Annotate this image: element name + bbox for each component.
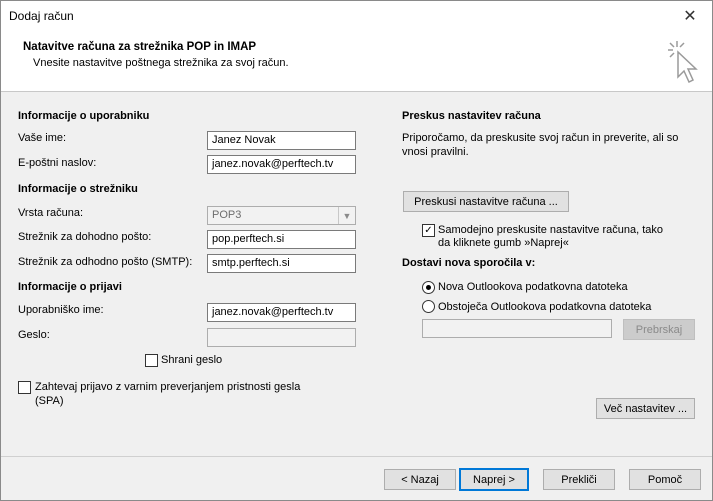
browse-button[interactable]: Prebrskaj — [623, 319, 695, 340]
cancel-button[interactable]: Prekliči — [543, 469, 615, 490]
test-settings-button[interactable]: Preskusi nastavitve računa ... — [403, 191, 569, 212]
test-desc-line2: vnosi pravilni. — [402, 146, 469, 158]
test-desc-line1: Priporočamo, da preskusite svoj račun in… — [402, 132, 679, 144]
username-input[interactable]: janez.novak@perftech.tv — [207, 303, 356, 322]
wizard-cursor-icon — [668, 41, 698, 84]
data-file-path-input[interactable] — [422, 319, 612, 338]
more-settings-button[interactable]: Več nastavitev ... — [596, 398, 695, 419]
password-input[interactable] — [207, 328, 356, 347]
user-info-heading: Informacije o uporabniku — [18, 110, 150, 122]
outgoing-server-label: Strežnik za odhodno pošto (SMTP): — [18, 256, 193, 268]
spa-label-line2: (SPA) — [35, 395, 64, 407]
account-type-label: Vrsta računa: — [18, 207, 84, 219]
test-settings-heading: Preskus nastavitev računa — [402, 110, 541, 122]
existing-data-file-label: Obstoječa Outlookova podatkovna datoteka — [438, 301, 652, 313]
auto-test-line1: Samodejno preskusite nastavitve računa, … — [438, 224, 664, 236]
help-button[interactable]: Pomoč — [629, 469, 701, 490]
close-icon[interactable]: ✕ — [668, 1, 712, 31]
wizard-header: Natavitve računa za strežnika POP in IMA… — [1, 31, 712, 92]
email-label: E-poštni naslov: — [18, 157, 97, 169]
next-button[interactable]: Naprej > — [459, 468, 529, 491]
remember-password-label: Shrani geslo — [161, 354, 223, 366]
server-info-heading: Informacije o strežniku — [18, 183, 138, 195]
password-label: Geslo: — [18, 329, 50, 341]
chevron-down-icon: ▼ — [338, 207, 355, 224]
delivery-heading: Dostavi nova sporočila v: — [402, 257, 536, 269]
incoming-server-label: Strežnik za dohodno pošto: — [18, 231, 152, 243]
incoming-server-input[interactable]: pop.perftech.si — [207, 230, 356, 249]
back-button[interactable]: < Nazaj — [384, 469, 456, 490]
auto-test-line2: da kliknete gumb »Naprej« — [438, 237, 569, 249]
name-input[interactable]: Janez Novak — [207, 131, 356, 150]
email-input[interactable]: janez.novak@perftech.tv — [207, 155, 356, 174]
spa-checkbox[interactable] — [18, 381, 31, 394]
existing-data-file-radio[interactable] — [422, 300, 435, 313]
new-data-file-radio[interactable] — [422, 281, 435, 294]
page-subtitle: Vnesite nastavitve poštnega strežnika za… — [33, 57, 289, 69]
auto-test-checkbox[interactable]: ✓ — [422, 224, 435, 237]
login-info-heading: Informacije o prijavi — [18, 281, 122, 293]
add-account-dialog: Dodaj račun ✕ Natavitve računa za strežn… — [0, 0, 713, 501]
page-title: Natavitve računa za strežnika POP in IMA… — [23, 41, 257, 53]
window-title: Dodaj račun — [9, 9, 74, 23]
new-data-file-label: Nova Outlookova podatkovna datoteka — [438, 281, 628, 293]
account-type-value: POP3 — [212, 209, 242, 221]
name-label: Vaše ime: — [18, 132, 67, 144]
outgoing-server-input[interactable]: smtp.perftech.si — [207, 254, 356, 273]
footer-divider — [1, 456, 712, 457]
username-label: Uporabniško ime: — [18, 304, 104, 316]
title-bar: Dodaj račun ✕ — [1, 1, 712, 31]
account-type-select: POP3 ▼ — [207, 206, 356, 225]
remember-password-checkbox[interactable] — [145, 354, 158, 367]
spa-label-line1: Zahtevaj prijavo z varnim preverjanjem p… — [35, 381, 301, 393]
